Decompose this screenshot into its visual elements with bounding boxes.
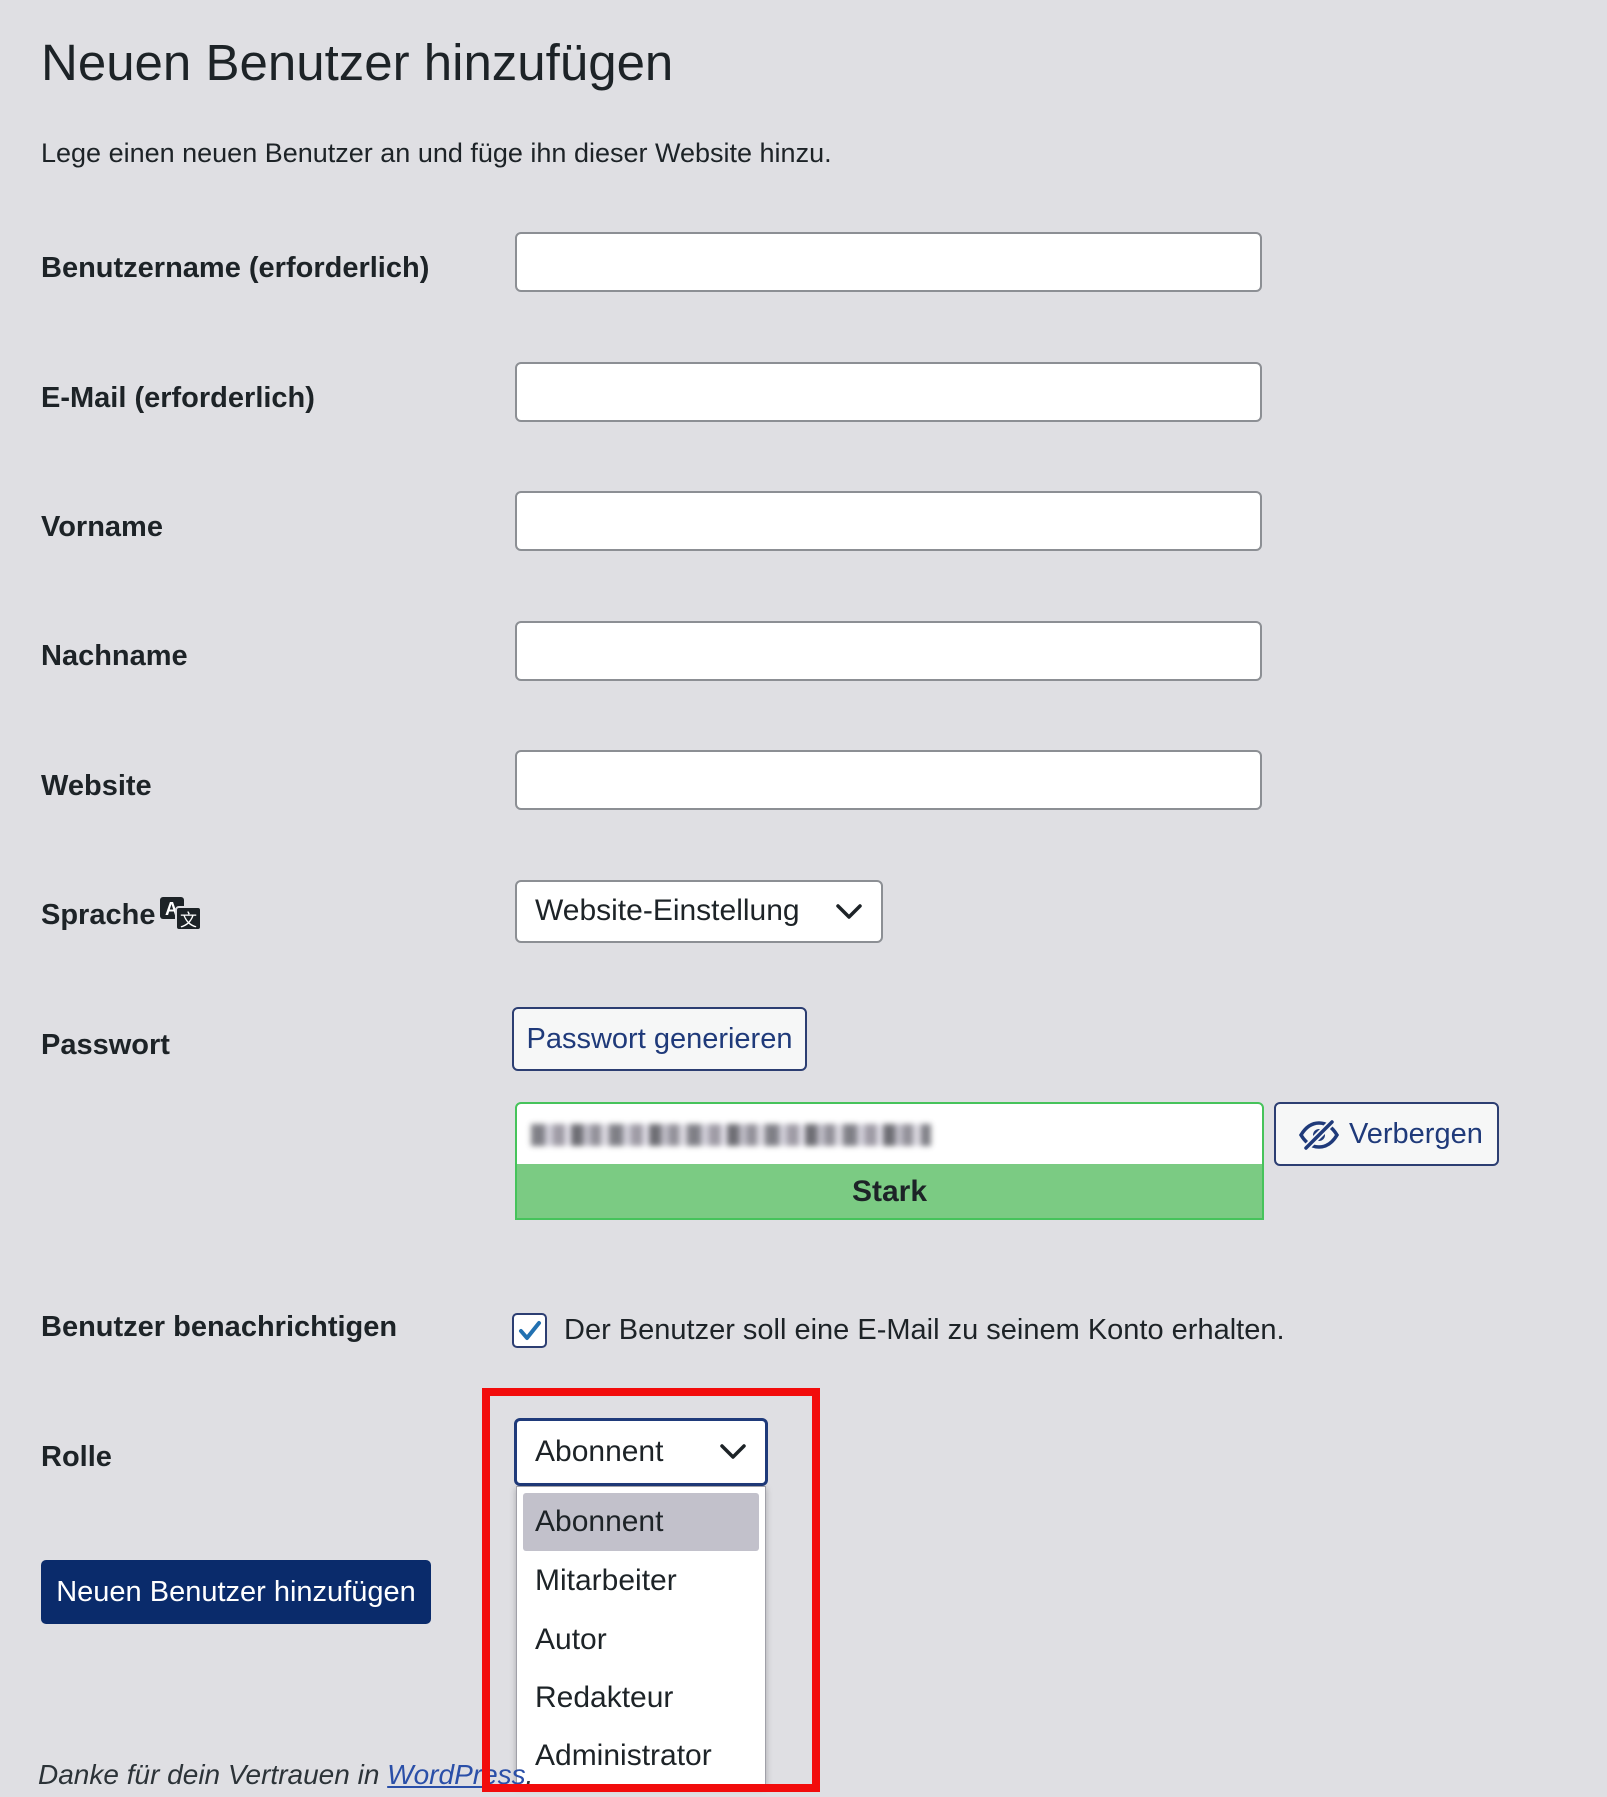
password-value-blurred [531,1124,931,1146]
email-input[interactable] [515,362,1262,422]
notify-label: Benutzer benachrichtigen [41,1311,398,1343]
website-input[interactable] [515,750,1262,810]
language-label: Sprache [41,899,156,931]
footer-text: Danke für dein Vertrauen in [38,1759,388,1790]
eye-slash-icon [1298,1119,1340,1151]
hide-password-button[interactable]: Verbergen [1274,1102,1499,1166]
website-label: Website [41,770,152,802]
role-label: Rolle [41,1441,112,1473]
notify-checkbox-label[interactable]: Der Benutzer soll eine E-Mail zu seinem … [564,1312,1285,1348]
footer-credit: Danke für dein Vertrauen in WordPress. [38,1757,533,1793]
lastname-input[interactable] [515,621,1262,681]
password-label: Passwort [41,1029,170,1061]
language-select[interactable]: Website-Einstellung [515,880,883,943]
password-strength-indicator: Stark [515,1164,1264,1220]
add-user-button[interactable]: Neuen Benutzer hinzufügen [41,1560,431,1624]
notify-checkbox[interactable] [512,1313,547,1348]
firstname-label: Vorname [41,511,163,543]
hide-password-label: Verbergen [1349,1118,1483,1150]
language-selected-value: Website-Einstellung [535,894,800,927]
username-label: Benutzername (erforderlich) [41,252,430,284]
firstname-input[interactable] [515,491,1262,551]
lastname-label: Nachname [41,640,188,672]
password-input[interactable] [515,1102,1264,1166]
highlight-box [482,1388,820,1792]
chevron-down-icon [836,903,862,919]
generate-password-button[interactable]: Passwort generieren [512,1007,807,1071]
checkmark-icon [519,1321,541,1340]
username-input[interactable] [515,232,1262,292]
email-label: E-Mail (erforderlich) [41,382,315,414]
svg-text:文: 文 [180,911,197,931]
translate-icon: A 文 [160,897,202,931]
page-title: Neuen Benutzer hinzufügen [41,34,674,91]
page-description: Lege einen neuen Benutzer an und füge ih… [41,138,832,168]
